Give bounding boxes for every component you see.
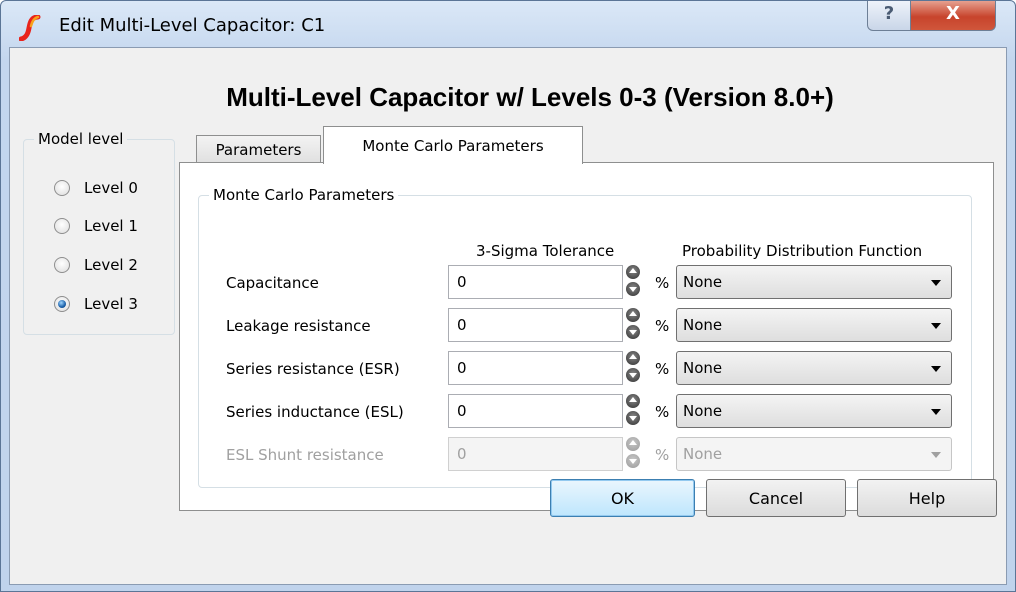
monte-carlo-legend: Monte Carlo Parameters <box>209 186 399 204</box>
esl-shunt-spinner <box>626 437 642 469</box>
radio-level-2[interactable]: Level 2 <box>54 253 138 277</box>
title-close-button[interactable]: X <box>910 1 996 31</box>
radio-button-selected[interactable] <box>54 296 70 312</box>
row-label-series-inductance: Series inductance (ESL) <box>226 403 404 421</box>
percent-unit: % <box>655 317 670 335</box>
dialog-heading: Multi-Level Capacitor w/ Levels 0-3 (Ver… <box>226 82 834 112</box>
leakage-resistance-tolerance-input[interactable]: 0 <box>448 308 623 342</box>
esl-shunt-pdf-select: None <box>676 437 952 471</box>
col-header-pdf: Probability Distribution Function <box>682 242 923 260</box>
tab-parameters[interactable]: Parameters <box>196 135 321 163</box>
capacitance-spinner[interactable] <box>626 265 642 297</box>
percent-unit: % <box>655 274 670 292</box>
model-level-legend: Model level <box>34 130 128 148</box>
leakage-resistance-spinner[interactable] <box>626 308 642 340</box>
esl-tolerance-input[interactable]: 0 <box>448 394 623 428</box>
radio-label: Level 2 <box>84 256 138 274</box>
question-icon: ? <box>883 3 895 24</box>
radio-level-1[interactable]: Level 1 <box>54 214 138 238</box>
chevron-down-icon <box>931 323 941 329</box>
percent-unit: % <box>655 446 670 464</box>
radio-label: Level 3 <box>84 295 138 313</box>
chevron-down-icon <box>931 280 941 286</box>
leakage-resistance-pdf-select[interactable]: None <box>676 308 952 342</box>
help-button[interactable]: Help <box>857 479 997 517</box>
select-value: None <box>683 273 723 291</box>
row-label-leakage-resistance: Leakage resistance <box>226 317 371 335</box>
esl-pdf-select[interactable]: None <box>676 394 952 428</box>
cancel-button[interactable]: Cancel <box>706 479 846 517</box>
select-value: None <box>683 359 723 377</box>
ok-button[interactable]: OK <box>550 479 695 517</box>
percent-unit: % <box>655 360 670 378</box>
row-label-capacitance: Capacitance <box>226 274 319 292</box>
row-label-esl-shunt-resistance: ESL Shunt resistance <box>226 446 384 464</box>
row-label-series-resistance: Series resistance (ESR) <box>226 360 400 378</box>
radio-button[interactable] <box>54 257 70 273</box>
select-value: None <box>683 402 723 420</box>
radio-label: Level 0 <box>84 179 138 197</box>
radio-label: Level 1 <box>84 217 138 235</box>
esr-spinner[interactable] <box>626 351 642 383</box>
monte-carlo-tab-panel: Monte Carlo Parameters 3-Sigma Tolerance… <box>179 162 994 511</box>
select-value: None <box>683 445 723 463</box>
radio-level-0[interactable]: Level 0 <box>54 176 138 200</box>
select-value: None <box>683 316 723 334</box>
spin-up-icon[interactable] <box>626 265 640 279</box>
radio-button[interactable] <box>54 218 70 234</box>
title-bar[interactable]: Edit Multi-Level Capacitor: C1 ? X <box>1 1 1015 47</box>
capacitance-pdf-select[interactable]: None <box>676 265 952 299</box>
chevron-down-icon <box>931 409 941 415</box>
capacitance-tolerance-input[interactable]: 0 <box>448 265 623 299</box>
tab-monte-carlo-parameters[interactable]: Monte Carlo Parameters <box>323 126 583 164</box>
spin-up-icon[interactable] <box>626 394 640 408</box>
spin-down-icon[interactable] <box>626 368 640 382</box>
title-help-button[interactable]: ? <box>867 1 911 31</box>
spin-up-icon[interactable] <box>626 351 640 365</box>
percent-unit: % <box>655 403 670 421</box>
esr-tolerance-input[interactable]: 0 <box>448 351 623 385</box>
spin-down-icon[interactable] <box>626 411 640 425</box>
chevron-down-icon <box>931 366 941 372</box>
esl-shunt-tolerance-input: 0 <box>448 437 623 471</box>
spin-up-icon <box>626 437 640 451</box>
spin-up-icon[interactable] <box>626 308 640 322</box>
radio-button[interactable] <box>54 180 70 196</box>
close-icon: X <box>946 3 960 24</box>
spin-down-icon[interactable] <box>626 282 640 296</box>
esl-spinner[interactable] <box>626 394 642 426</box>
spin-down-icon[interactable] <box>626 325 640 339</box>
app-logo-icon <box>19 15 41 41</box>
dialog-window: Edit Multi-Level Capacitor: C1 ? X Multi… <box>0 0 1016 592</box>
spin-down-icon <box>626 454 640 468</box>
col-header-tolerance: 3-Sigma Tolerance <box>476 242 615 260</box>
window-title: Edit Multi-Level Capacitor: C1 <box>59 15 326 36</box>
radio-level-3[interactable]: Level 3 <box>54 292 138 316</box>
chevron-down-icon <box>931 452 941 458</box>
esr-pdf-select[interactable]: None <box>676 351 952 385</box>
